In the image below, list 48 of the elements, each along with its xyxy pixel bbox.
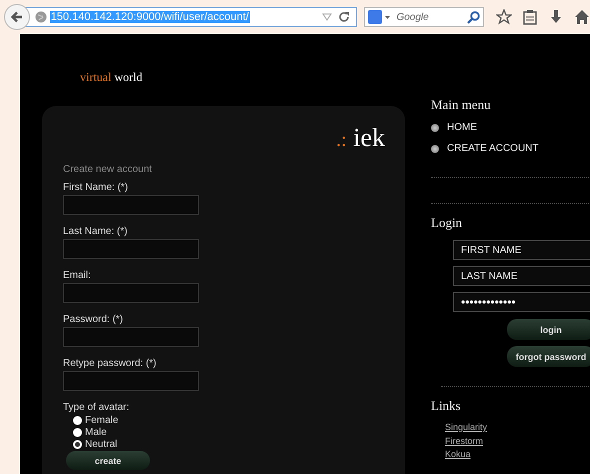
link[interactable]: Kokua bbox=[445, 448, 471, 462]
download-icon[interactable] bbox=[548, 9, 564, 25]
radio-button[interactable] bbox=[73, 416, 82, 424]
password-field[interactable]: ••••••••••••• bbox=[453, 292, 590, 312]
input-field[interactable] bbox=[63, 195, 199, 215]
radio-button[interactable] bbox=[73, 428, 82, 436]
field-label: Retype password: (*) bbox=[63, 357, 156, 370]
radio-label: Male bbox=[85, 426, 107, 438]
input-field[interactable] bbox=[63, 371, 199, 391]
menu-link[interactable]: HOME bbox=[447, 122, 477, 133]
radio-label: Neutral bbox=[85, 438, 118, 450]
input-field[interactable] bbox=[63, 327, 199, 347]
input-field[interactable] bbox=[63, 239, 199, 259]
search-icon[interactable] bbox=[467, 10, 480, 24]
section-title: Main menu bbox=[431, 97, 491, 113]
field-label: Type of avatar: bbox=[63, 401, 130, 414]
search-engine-icon[interactable] bbox=[368, 10, 392, 24]
brand-logo: .: iek bbox=[336, 124, 385, 154]
field-label: Last Name: (*) bbox=[63, 225, 128, 238]
menu-link[interactable]: CREATE ACCOUNT bbox=[447, 143, 538, 154]
site-logo[interactable]: virtual world bbox=[80, 70, 142, 85]
input-field[interactable]: FIRST NAME bbox=[453, 240, 590, 260]
radio-label: Female bbox=[85, 414, 118, 426]
section-title: Login bbox=[431, 215, 462, 231]
field-label: First Name: (*) bbox=[63, 181, 128, 194]
bullet-icon bbox=[431, 124, 439, 132]
back-button[interactable] bbox=[4, 4, 30, 30]
arrow-icon bbox=[10, 10, 24, 24]
reload-icon[interactable] bbox=[338, 11, 350, 23]
login-button[interactable]: login bbox=[507, 319, 590, 340]
create-button[interactable]: create bbox=[66, 451, 150, 470]
link[interactable]: Singularity bbox=[445, 421, 488, 434]
forgot-password-button[interactable]: forgot password bbox=[507, 346, 590, 367]
input-field[interactable]: LAST NAME bbox=[453, 266, 590, 286]
bullet-icon bbox=[431, 144, 439, 152]
search-field[interactable]: Google bbox=[392, 12, 452, 22]
star-icon[interactable] bbox=[496, 9, 512, 25]
url-text: 150.140.142.120:9000/wifi/user/account/ bbox=[50, 11, 250, 23]
home-icon[interactable] bbox=[574, 9, 590, 25]
radio-button[interactable] bbox=[73, 440, 82, 448]
clipboard-icon[interactable] bbox=[522, 9, 538, 25]
section-title: Links bbox=[431, 398, 461, 414]
search-bar[interactable]: Google bbox=[364, 7, 484, 27]
field-label: Email: bbox=[63, 269, 91, 282]
input-field[interactable] bbox=[63, 283, 199, 303]
field-label: Password: (*) bbox=[63, 313, 124, 326]
form-heading: Create new account bbox=[63, 164, 152, 175]
link[interactable]: Firestorm bbox=[445, 434, 483, 448]
